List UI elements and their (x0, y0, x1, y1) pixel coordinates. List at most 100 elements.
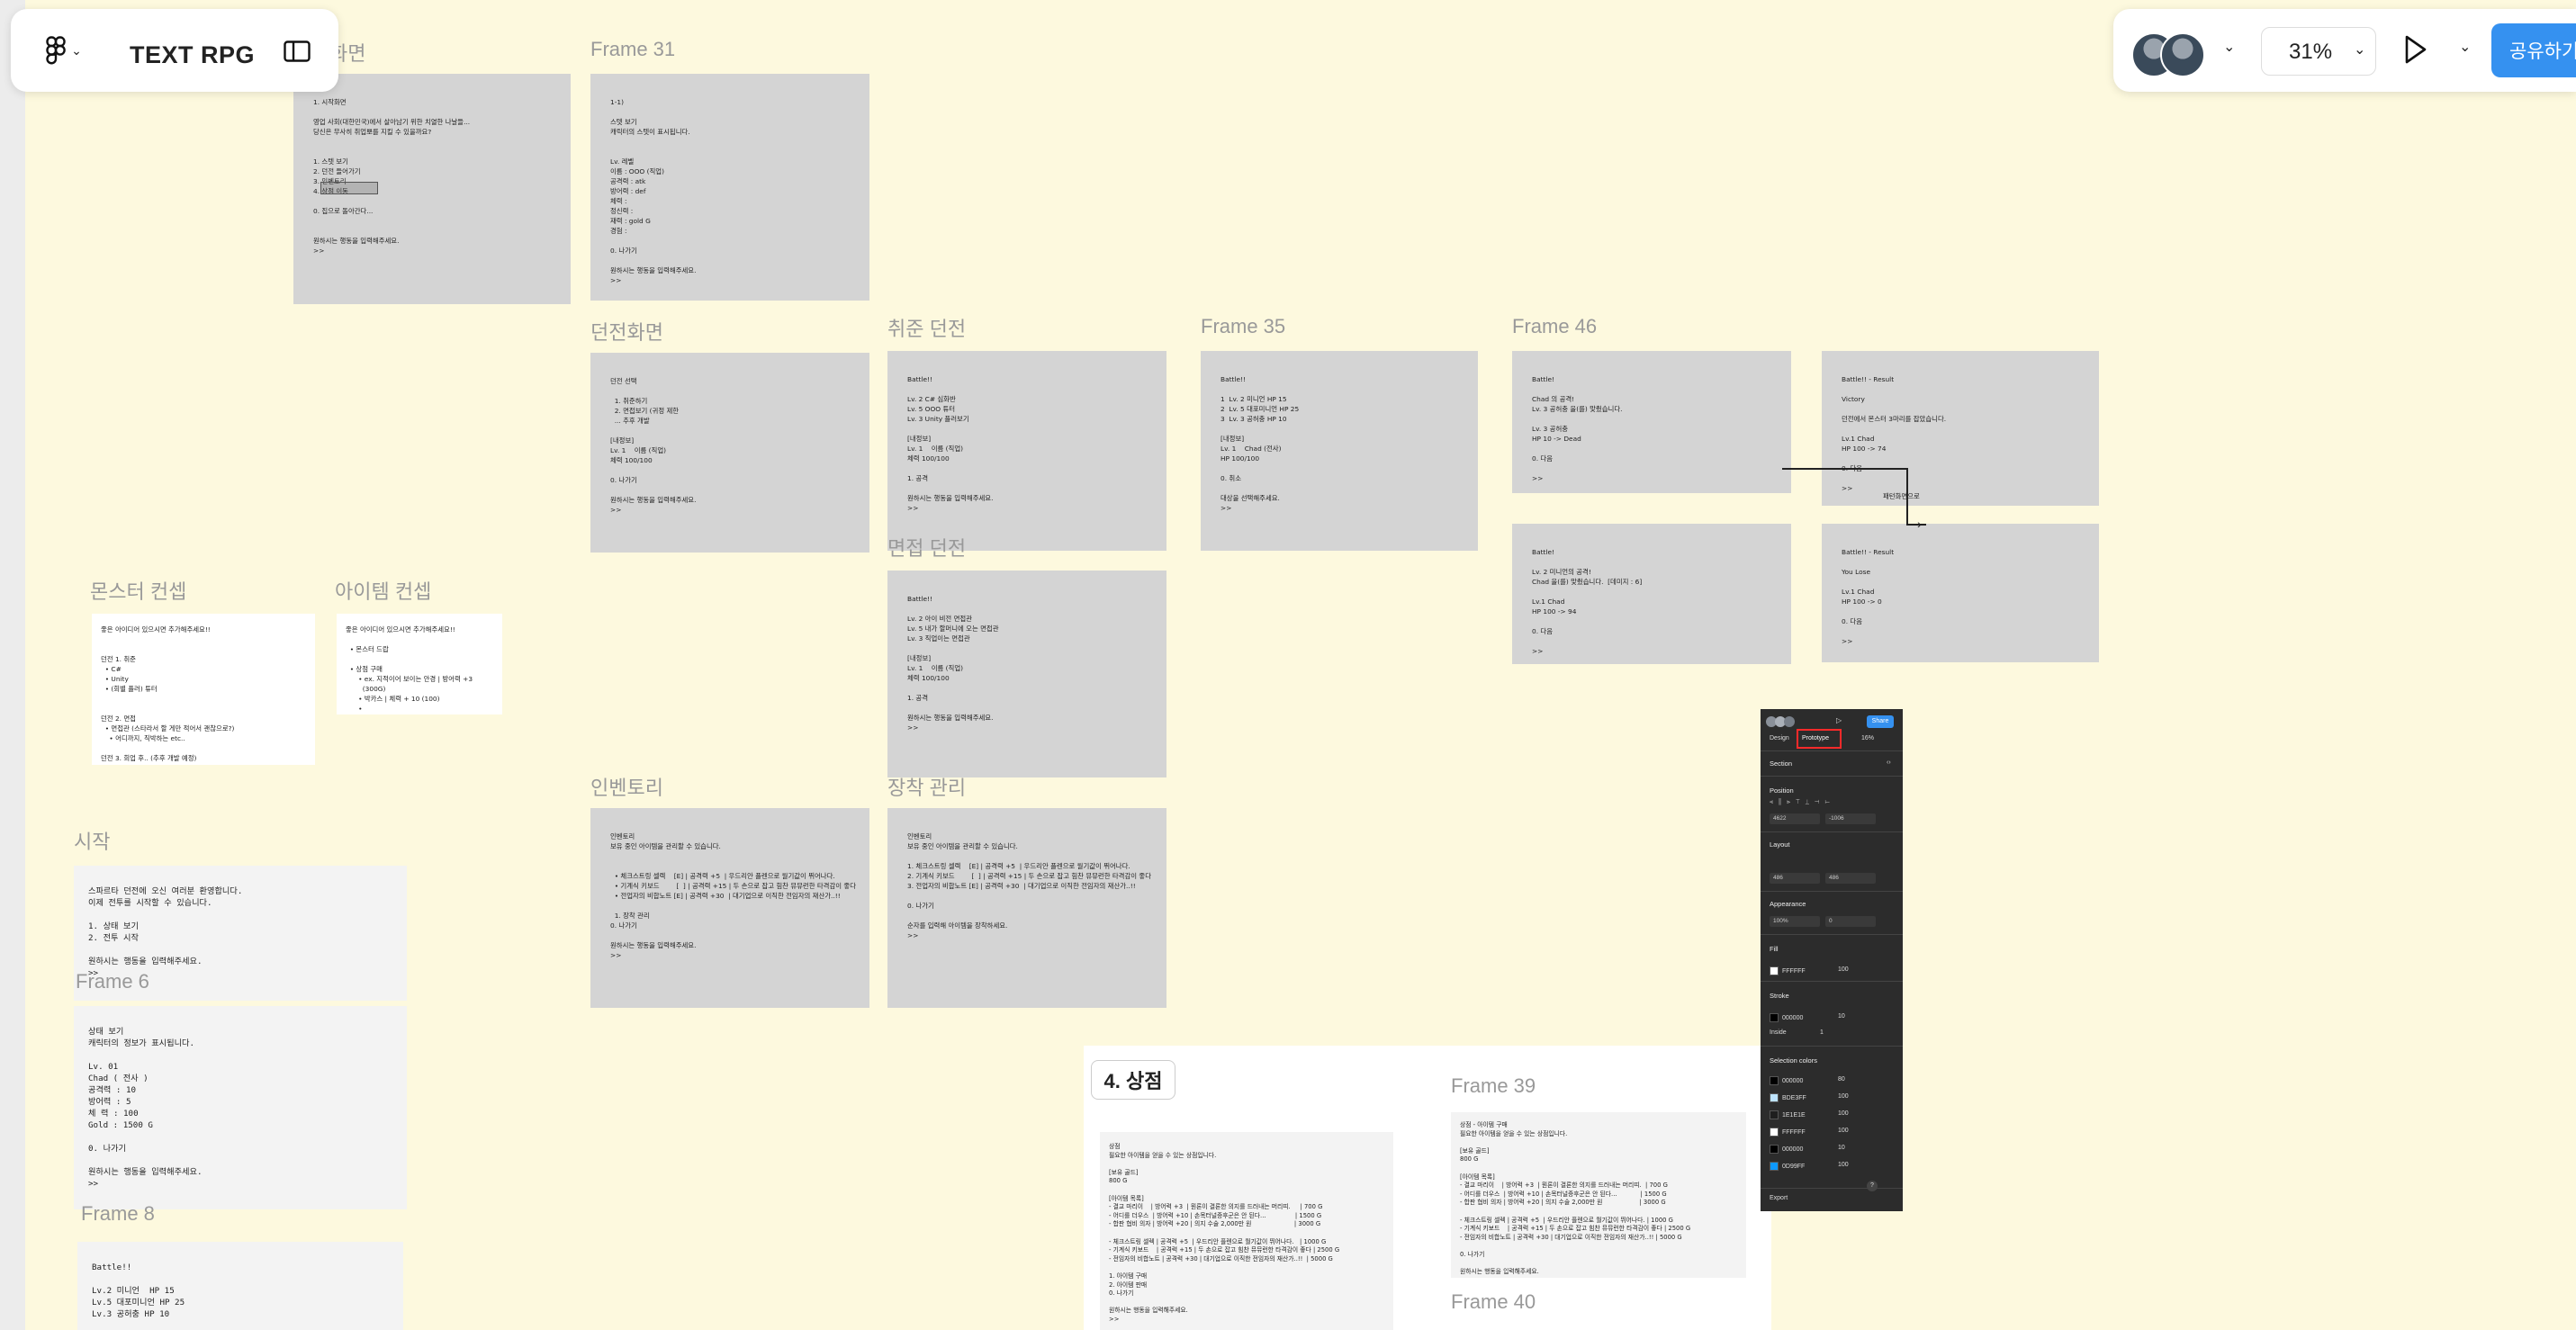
frame-label-start[interactable]: 시작 (74, 826, 110, 855)
frame-equip-manage[interactable]: 인벤토리 보유 중인 아이템을 관리할 수 있습니다. 1. 체크스트링 셀렉 … (887, 808, 1166, 1008)
frame-start-screen[interactable]: 1. 시작화면 영업 사회(대한민국)에서 살아남기 위한 치열한 나날들...… (293, 74, 571, 304)
inspector-zoom[interactable]: 16% (1861, 735, 1874, 741)
color-hex: 000000 (1782, 1146, 1804, 1153)
color-opacity[interactable]: 100 (1838, 1093, 1849, 1100)
frame-job-dungeon[interactable]: Battle!! Lv. 2 C# 심화반 Lv. 5 OOO 튜터 Lv. 3… (887, 351, 1166, 551)
help-icon[interactable]: ? (1867, 1181, 1878, 1191)
alignment-icons[interactable]: ⫷⫼⫸⊤⊥⊣⊢ (1770, 799, 1835, 806)
frame-label-frame31[interactable]: Frame 31 (590, 38, 675, 61)
color-opacity[interactable]: 100 (1838, 1128, 1849, 1134)
color-opacity[interactable]: 100 (1838, 1162, 1849, 1168)
color-swatch (1770, 1128, 1779, 1137)
selection-color-row[interactable]: 0D99FF (1770, 1162, 1805, 1171)
frame-shop-main[interactable]: 상점 필요한 아이템을 얻을 수 있는 상점입니다. [보유 골드] 800 G… (1100, 1132, 1393, 1330)
divider (1761, 831, 1903, 832)
frame-31[interactable]: 1-1) 스텟 보기 캐릭터의 스텟이 표시됩니다. Lv. 레벨 이름 : O… (590, 74, 869, 301)
section-dropdown[interactable]: Section (1770, 759, 1792, 768)
chevron-down-icon: ⌄ (71, 42, 82, 58)
frame-35[interactable]: Battle!! 1 Lv. 2 미니언 HP 15 2 Lv. 5 대포미니언… (1201, 351, 1478, 551)
zoom-dropdown[interactable]: 31% ⌄ (2261, 27, 2376, 76)
frame-46-hit[interactable]: Battle! Lv. 2 미니언의 공격! Chad 을(를) 맞췄습니다. … (1512, 524, 1791, 664)
present-button[interactable] (2403, 34, 2428, 69)
stroke-hex: 000000 (1782, 1014, 1804, 1021)
export-heading[interactable]: Export (1770, 1195, 1788, 1201)
share-button[interactable]: 공유하기 (2491, 23, 2576, 77)
frame-46-attack[interactable]: Battle! Chad 의 공격! Lv. 3 공허충 을(를) 맞췄습니다.… (1512, 351, 1791, 493)
color-opacity[interactable]: 10 (1838, 1145, 1845, 1151)
shop-heading[interactable]: 4. 상점 (1091, 1060, 1175, 1100)
frame-label-monster-concept[interactable]: 몬스터 컨셉 (90, 576, 186, 605)
frame-label-frame8[interactable]: Frame 8 (81, 1202, 155, 1226)
frame-label-frame40[interactable]: Frame 40 (1451, 1290, 1536, 1314)
frame-text: Battle!! 1 Lv. 2 미니언 HP 15 2 Lv. 5 대포미니언… (1220, 375, 1300, 512)
prototype-connector[interactable] (1906, 524, 1926, 526)
design-canvas[interactable]: 화면 1. 시작화면 영업 사회(대한민국)에서 살아남기 위한 치열한 나날들… (0, 0, 2576, 1330)
main-menu-button[interactable]: ⌄ (41, 32, 86, 68)
frame-text: 1-1) 스텟 보기 캐릭터의 스텟이 표시됩니다. Lv. 레벨 이름 : O… (610, 98, 697, 284)
selection-color-row[interactable]: 000000 (1770, 1145, 1803, 1154)
frame-text: Battle! Lv. 2 미니언의 공격! Chad 을(를) 맞췄습니다. … (1532, 548, 1643, 655)
stroke-row[interactable]: 000000 (1770, 1013, 1803, 1022)
tab-design[interactable]: Design (1770, 735, 1789, 741)
selection-color-row[interactable]: 000000 (1770, 1076, 1803, 1085)
file-name[interactable]: TEXT RPG (130, 41, 255, 69)
corner-radius-input[interactable]: 0 (1825, 916, 1876, 927)
frame-46-victory[interactable]: Battle!! - Result Victory 던전에서 몬스터 3마리를 … (1822, 351, 2099, 506)
frame-monster-concept[interactable]: 좋은 아이디어 있으시면 추가해주세요!! 던전 1. 취준 • C# • Un… (92, 614, 315, 765)
play-icon (2405, 35, 2427, 64)
stroke-weight[interactable]: 1 (1820, 1029, 1824, 1036)
frame-46-lose[interactable]: Battle!! - Result You Lose Lv.1 Chad HP … (1822, 524, 2099, 662)
fill-opacity[interactable]: 100 (1838, 966, 1849, 973)
frame-inventory[interactable]: 인벤토리 보유 중인 아이템을 관리할 수 있습니다. • 체크스트링 셀렉 [… (590, 808, 869, 1008)
frame-39[interactable]: 상점 - 아이템 구매 필요한 아이템을 얻을 수 있는 상점입니다. [보유 … (1451, 1112, 1746, 1278)
frame-label-job-dungeon[interactable]: 취준 던전 (887, 313, 966, 342)
x-input[interactable]: 4622 (1770, 813, 1820, 824)
divider (1761, 934, 1903, 935)
avatar[interactable] (2160, 32, 2205, 77)
frame-6[interactable]: 상태 보기 캐릭터의 정보가 표시됩니다. Lv. 01 Chad ( 전사 )… (74, 1006, 407, 1209)
divider (1761, 981, 1903, 982)
collab-toolbar: ⌄ 31% ⌄ ⌄ 공유하기 (2113, 9, 2576, 92)
frame-label-equip-manage[interactable]: 장착 관리 (887, 772, 966, 801)
chevron-down-icon[interactable]: ⌄ (2223, 38, 2235, 56)
inspector-share-button[interactable]: Share (1867, 715, 1894, 728)
zoom-level: 31% (2289, 40, 2333, 64)
inspector-panel[interactable]: ▷ Share Design Prototype 16% Section ‹› … (1761, 709, 1903, 1211)
frame-label-frame35[interactable]: Frame 35 (1201, 315, 1285, 338)
color-swatch (1770, 1093, 1779, 1102)
frame-text: 좋은 아이디어 있으시면 추가해주세요!! 던전 1. 취준 • C# • Un… (101, 625, 235, 762)
frame-label-item-concept[interactable]: 아이템 컨셉 (335, 576, 431, 605)
prototype-connector[interactable] (1782, 468, 1908, 470)
stroke-position[interactable]: Inside (1770, 1029, 1787, 1036)
divider (1761, 776, 1903, 777)
chevron-down-icon[interactable]: ⌄ (2459, 38, 2471, 56)
frame-item-concept[interactable]: 좋은 아이디어 있으시면 추가해주세요!! • 몬스터 드랍 • 상점 구매 •… (337, 614, 502, 714)
play-icon[interactable]: ▷ (1836, 716, 1842, 724)
frame-text: 던전 선택 1. 취준하기 2. 면접보기 (귀정 제한 ... 추후 개발 [… (610, 377, 697, 514)
frame-label-frame46[interactable]: Frame 46 (1512, 315, 1597, 338)
color-opacity[interactable]: 100 (1838, 1110, 1849, 1117)
selection-color-row[interactable]: BDE3FF (1770, 1093, 1806, 1102)
avatar (1784, 716, 1795, 727)
fill-row[interactable]: FFFFFF (1770, 966, 1806, 975)
height-input[interactable]: 486 (1825, 873, 1876, 884)
frame-interview-dungeon[interactable]: Battle!! Lv. 2 아이 비전 면접관 Lv. 5 내가 할머니에 오… (887, 571, 1166, 777)
selection-color-row[interactable]: 1E1E1E (1770, 1110, 1806, 1119)
color-opacity[interactable]: 80 (1838, 1076, 1845, 1083)
frame-8[interactable]: Battle!! Lv.2 미니언 HP 15 Lv.5 대포미니언 HP 25… (77, 1242, 403, 1330)
y-input[interactable]: -1006 (1825, 813, 1876, 824)
frame-label-interview-dungeon[interactable]: 면접 던전 (887, 533, 966, 562)
opacity-input[interactable]: 100% (1770, 916, 1820, 927)
toggle-sidebar-button[interactable] (279, 36, 315, 67)
code-icon[interactable]: ‹› (1887, 759, 1891, 766)
frame-label-frame39[interactable]: Frame 39 (1451, 1074, 1536, 1098)
frame-text: 상태 보기 캐릭터의 정보가 표시됩니다. Lv. 01 Chad ( 전사 )… (88, 1027, 203, 1189)
frame-label-frame6[interactable]: Frame 6 (76, 970, 149, 993)
selection-highlight (320, 182, 378, 194)
selection-color-row[interactable]: FFFFFF (1770, 1128, 1806, 1137)
frame-label-inventory[interactable]: 인벤토리 (590, 772, 663, 801)
frame-label-dungeon-screen[interactable]: 던전화면 (590, 317, 663, 346)
width-input[interactable]: 486 (1770, 873, 1820, 884)
stroke-opacity[interactable]: 10 (1838, 1013, 1845, 1020)
frame-dungeon-screen[interactable]: 던전 선택 1. 취준하기 2. 면접보기 (귀정 제한 ... 추후 개발 [… (590, 353, 869, 553)
